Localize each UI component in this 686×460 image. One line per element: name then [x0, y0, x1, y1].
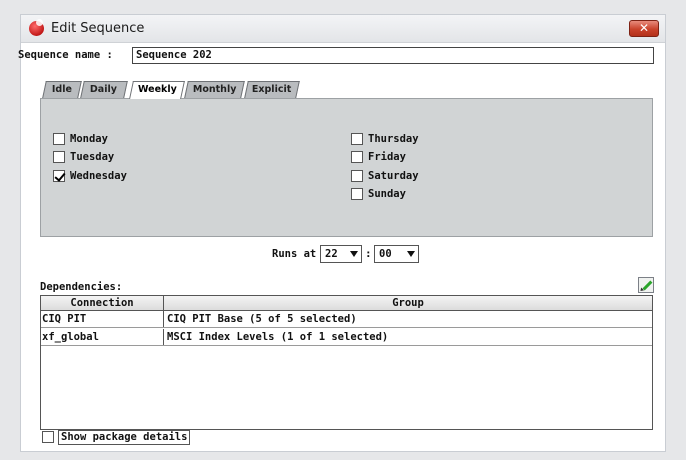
tab-daily[interactable]: Daily — [80, 81, 128, 98]
connection-cell: xf_global — [41, 329, 164, 345]
table-header: Connection Group — [41, 296, 652, 311]
close-icon: ✕ — [638, 21, 650, 35]
table-row[interactable]: CIQ PIT CIQ PIT Base (5 of 5 selected) — [41, 311, 652, 328]
chevron-down-icon — [350, 251, 358, 257]
table-row[interactable]: xf_global MSCI Index Levels (1 of 1 sele… — [41, 329, 652, 346]
friday-checkbox[interactable] — [351, 151, 363, 163]
connection-cell: CIQ PIT — [41, 311, 164, 327]
show-details-label: Show package details — [58, 430, 191, 445]
column-header-group[interactable]: Group — [164, 296, 652, 310]
group-cell: MSCI Index Levels (1 of 1 selected) — [167, 331, 389, 343]
dependencies-label: Dependencies: — [40, 281, 123, 293]
time-separator: : — [365, 247, 372, 260]
dependencies-table: Connection Group CIQ PIT CIQ PIT Base (5… — [40, 295, 653, 430]
tab-explicit[interactable]: Explicit — [244, 81, 300, 98]
saturday-checkbox[interactable] — [351, 170, 363, 182]
pencil-icon — [642, 280, 653, 291]
app-logo-icon — [29, 19, 44, 36]
chevron-down-icon — [407, 251, 415, 257]
thursday-checkbox[interactable] — [351, 133, 363, 145]
wednesday-checkbox[interactable] — [53, 170, 65, 182]
weekly-panel: Monday Tuesday Wednesday Thursday Friday… — [40, 98, 653, 237]
close-button[interactable]: ✕ — [629, 20, 659, 37]
minute-select[interactable]: 00 — [374, 245, 419, 263]
title-bar: Edit Sequence ✕ — [21, 15, 665, 43]
sunday-checkbox[interactable] — [351, 188, 363, 200]
tab-weekly[interactable]: Weekly — [129, 81, 185, 99]
edit-dependencies-button[interactable] — [638, 277, 654, 293]
sequence-name-input[interactable]: Sequence 202 — [132, 47, 654, 64]
tab-monthly[interactable]: Monthly — [184, 81, 245, 98]
hour-select[interactable]: 22 — [320, 245, 362, 263]
show-details-checkbox[interactable] — [42, 431, 54, 443]
window-title: Edit Sequence — [51, 21, 145, 36]
column-header-connection[interactable]: Connection — [41, 296, 164, 310]
monday-checkbox[interactable] — [53, 133, 65, 145]
group-cell: CIQ PIT Base (5 of 5 selected) — [167, 313, 357, 325]
tab-idle[interactable]: Idle — [42, 81, 82, 98]
sequence-name-row: Sequence name : Sequence 202 — [18, 47, 654, 65]
sequence-name-label: Sequence name : — [18, 49, 113, 61]
runs-at-label: Runs at — [272, 248, 317, 260]
tuesday-checkbox[interactable] — [53, 151, 65, 163]
